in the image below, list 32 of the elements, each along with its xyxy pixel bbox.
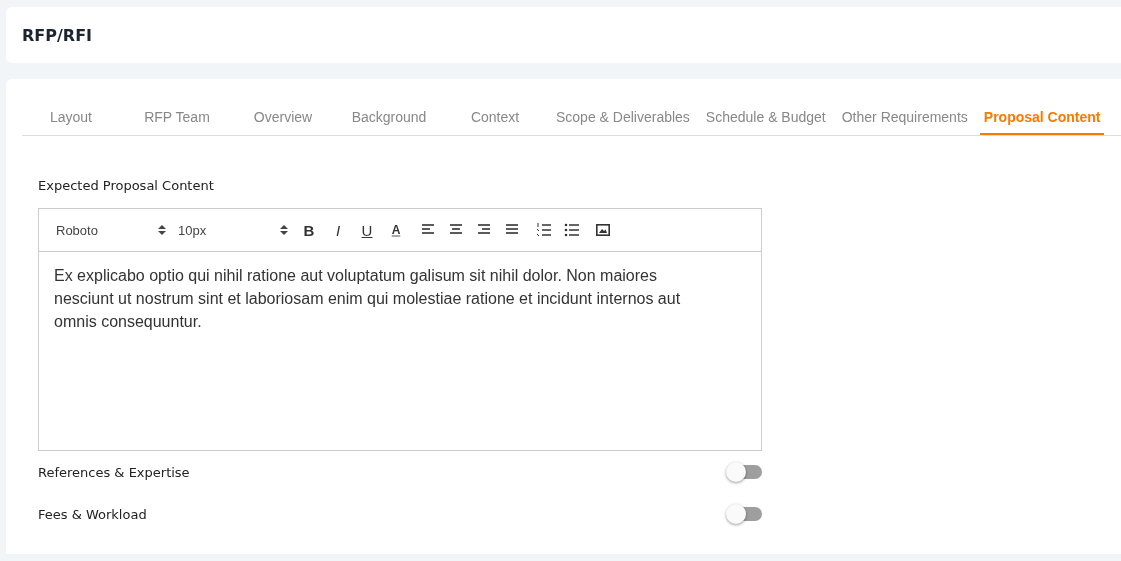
editor-text: Ex explicabo optio qui nihil ratione aut voluptatum galisum sit nihil dolor. Non maiores nesciunt ut nostrum sint et laboriosam enim qui molestiae ratione et incidunt internos aut omnis consequuntur. [53,266,682,332]
numbered-list-icon[interactable] [536,222,552,238]
tab[interactable]: Schedule & Budget [701,109,830,135]
tab[interactable]: Background [340,109,438,135]
format-button[interactable]: I [329,221,347,239]
toggle-label: Fees & Workload [38,506,147,522]
format-button[interactable]: A [387,223,405,237]
page-title: RFP/RFI [22,25,93,45]
toggle-label: References & Expertise [38,464,190,480]
field-label: Expected Proposal Content [38,178,215,193]
tab[interactable]: Proposal Content [979,109,1105,135]
align-center-icon[interactable] [448,223,464,237]
tab[interactable]: Overview [234,109,332,135]
align-justify-icon[interactable] [504,223,520,237]
size-select[interactable]: 10px [178,222,288,238]
tab[interactable]: Scope & Deliverables [552,109,694,135]
format-button[interactable]: U [358,221,376,239]
tab[interactable]: Context [446,109,544,135]
font-select[interactable]: Roboto [56,222,166,238]
toggle-switch[interactable] [728,507,762,521]
align-left-icon[interactable] [420,223,436,237]
image-icon[interactable] [596,224,610,236]
updown-icon [280,224,288,236]
toggle-switch[interactable] [728,465,762,479]
align-right-icon[interactable] [476,223,492,237]
rich-text-editor[interactable] [38,208,762,451]
tab[interactable]: Layout [22,109,120,135]
tab[interactable]: RFP Team [128,109,226,135]
tab[interactable]: Other Requirements [837,109,972,135]
updown-icon [158,224,166,236]
format-button[interactable]: B [300,221,318,239]
bullet-list-icon[interactable] [564,223,580,237]
